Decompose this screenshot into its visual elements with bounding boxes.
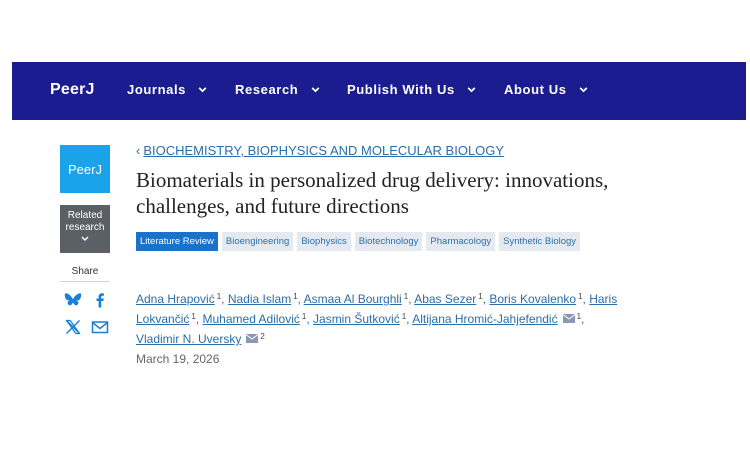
affiliation-sup: 1	[576, 312, 582, 321]
author-link[interactable]: Abas Sezer	[414, 292, 476, 306]
email-icon[interactable]	[91, 319, 109, 335]
author-link[interactable]: Nadia Islam	[228, 292, 291, 306]
affiliation-sup: 1	[403, 292, 409, 301]
affiliation-sup: 1	[478, 292, 483, 301]
x-icon[interactable]	[64, 319, 82, 335]
related-research-button[interactable]: Related research	[60, 205, 110, 253]
tag-bioengineering[interactable]: Bioengineering	[221, 232, 294, 251]
affiliation-sup: 2	[260, 332, 265, 341]
author-link[interactable]: Altijana Hromić-Jahjefendić	[412, 312, 557, 326]
share-label: Share	[71, 266, 99, 277]
chevron-left-icon: ‹	[136, 143, 141, 158]
share-divider	[60, 281, 110, 282]
nav-journals-label: Journals	[127, 82, 186, 97]
affiliation-sup: 1	[301, 312, 307, 321]
author-link[interactable]: Adna Hrapović	[136, 292, 215, 306]
research-label: research	[65, 222, 105, 233]
breadcrumb[interactable]: ‹ BIOCHEMISTRY, BIOPHYSICS AND MOLECULAR …	[136, 143, 504, 158]
article-title: Biomaterials in personalized drug delive…	[136, 168, 609, 218]
affiliation-sup: 1	[578, 292, 583, 301]
top-navbar: PeerJ Journals Research Publish With Us …	[12, 62, 746, 120]
tag-synthetic-biology[interactable]: Synthetic Biology	[499, 232, 581, 251]
publication-date: March 19, 2026	[136, 352, 220, 366]
tag-biophysics[interactable]: Biophysics	[297, 232, 351, 251]
author-list: Adna Hrapović 1, Nadia Islam 1, Asmaa Al B…	[136, 292, 618, 346]
nav-about-us[interactable]: About Us	[504, 82, 589, 97]
peerj-journal-logo[interactable]: PeerJ	[60, 145, 110, 193]
tag-pharmacology[interactable]: Pharmacology	[426, 232, 496, 251]
author-link[interactable]: Vladimir N. Uversky	[136, 332, 241, 346]
affiliation-sup: 1	[293, 292, 298, 301]
subject-tags: Literature Review Bioengineering Biophys…	[136, 232, 581, 251]
affiliation-sup: 1	[191, 312, 196, 321]
chevron-down-icon	[467, 87, 476, 93]
corresponding-email-icon[interactable]	[246, 334, 259, 343]
breadcrumb-subject-link[interactable]: BIOCHEMISTRY, BIOPHYSICS AND MOLECULAR B…	[143, 143, 504, 158]
nav-research[interactable]: Research	[235, 82, 321, 97]
chevron-down-icon	[311, 87, 319, 93]
peerj-logo[interactable]: PeerJ	[50, 81, 95, 99]
chevron-down-icon	[81, 236, 89, 242]
author-link[interactable]: Muhamed Adilović	[203, 312, 300, 326]
tag-literature-review[interactable]: Literature Review	[136, 232, 218, 251]
chevron-down-icon	[198, 87, 207, 93]
author-link[interactable]: Jasmin Šutković	[313, 312, 400, 326]
author-link[interactable]: Asmaa Al Bourghli	[304, 292, 402, 306]
tag-biotechnology[interactable]: Biotechnology	[354, 232, 423, 251]
affiliation-sup: 1	[401, 312, 407, 321]
facebook-icon[interactable]	[91, 292, 109, 308]
chevron-down-icon	[579, 87, 588, 93]
affiliation-sup: 1	[216, 292, 222, 301]
corresponding-email-icon[interactable]	[562, 314, 575, 323]
author-link[interactable]: Boris Kovalenko	[489, 292, 576, 306]
nav-research-label: Research	[235, 82, 299, 97]
nav-journals[interactable]: Journals	[127, 82, 208, 97]
bluesky-icon[interactable]	[64, 292, 82, 308]
peerj-journal-logo-text: PeerJ	[68, 161, 102, 177]
nav-publish-label: Publish With Us	[347, 82, 455, 97]
nav-publish-with-us[interactable]: Publish With Us	[347, 82, 477, 97]
nav-about-label: About Us	[504, 82, 567, 97]
related-label: Related	[67, 210, 103, 221]
